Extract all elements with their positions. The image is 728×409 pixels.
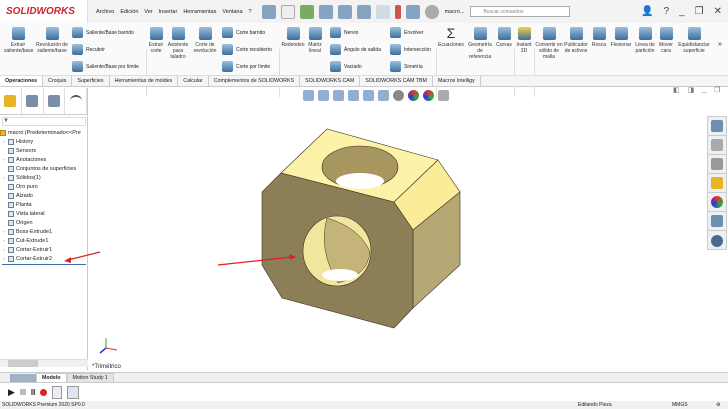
version-text: SOLIDWORKS Premium 2020 SP0.0 [2,402,85,408]
stop-icon[interactable] [19,389,26,395]
part-model [261,128,461,329]
solidworks-forum-icon[interactable] [708,231,726,250]
tab-motion-study[interactable]: Motion Study 1 [66,372,114,383]
task-pane [707,116,727,250]
motion-settings-icon[interactable] [67,385,80,399]
design-library-icon[interactable] [708,136,726,155]
viewport-restore-icon[interactable]: ❐ [714,86,720,94]
play-icon[interactable]: ▶ [8,387,15,398]
custom-properties-icon[interactable] [708,212,726,231]
motion-toolbar: ▶ II [0,382,728,401]
calculate-icon[interactable] [52,385,63,399]
viewport-window-controls: ◧◨_❐✕ [673,86,728,94]
view-palette-icon[interactable] [708,174,726,193]
tile-right-icon[interactable]: ◨ [688,86,695,94]
status-bar: SOLIDWORKS Premium 2020 SP0.0 Editando P… [0,401,728,409]
solidworks-resources-icon[interactable] [708,117,726,136]
view-orientation-label: *Trimétrico [92,364,121,370]
triad-icon [99,338,118,354]
file-explorer-icon[interactable] [708,155,726,174]
appearances-icon[interactable] [708,193,726,212]
tile-left-icon[interactable]: ◧ [673,86,680,94]
record-icon[interactable] [40,388,48,396]
settings-icon[interactable]: ⚙ [716,402,720,408]
bottom-tabs: Modelo Motion Study 1 [0,372,728,383]
mode-text: Editando Pieza [578,402,612,408]
pause-icon[interactable]: II [31,388,35,397]
viewport-minimize-icon[interactable]: _ [702,86,706,94]
tab-scroll-arrows[interactable] [10,373,36,382]
tab-modelo[interactable]: Modelo [36,372,67,383]
graphics-area[interactable] [0,0,728,409]
units-selector[interactable]: MMGS [672,402,688,408]
annotation-arrow [67,251,101,261]
